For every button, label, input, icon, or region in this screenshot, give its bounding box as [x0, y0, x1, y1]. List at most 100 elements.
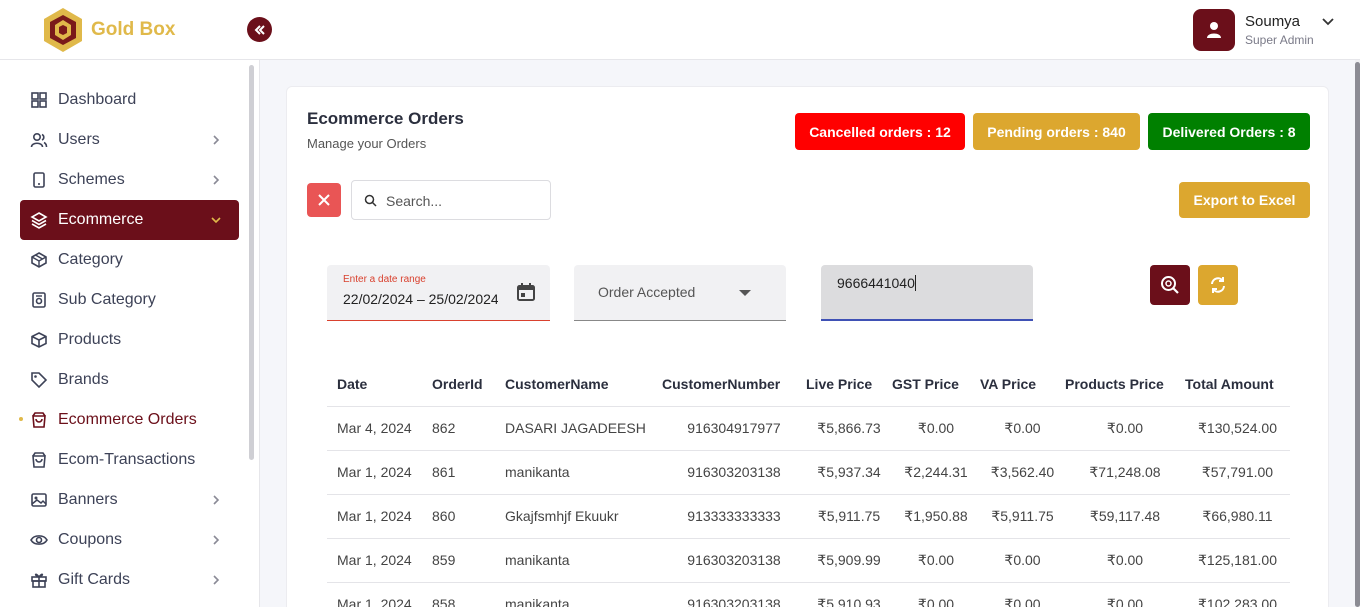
close-icon — [318, 194, 330, 206]
table-cell: Mar 4, 2024 — [327, 406, 432, 451]
collapse-sidebar-button[interactable] — [247, 17, 272, 42]
page-subtitle: Manage your Orders — [307, 136, 427, 151]
delivered-orders-badge[interactable]: Delivered Orders : 8 — [1148, 113, 1310, 150]
avatar[interactable] — [1193, 9, 1235, 51]
category-icon — [31, 252, 47, 268]
table-cell: manikanta — [505, 450, 662, 495]
table-cell: ₹0.00 — [980, 538, 1065, 583]
current-item-dot — [19, 417, 23, 421]
customer-number-text: 9666441040 — [837, 275, 915, 291]
table-cell: ₹59,117.48 — [1065, 494, 1185, 539]
table-cell: 916304917977 — [662, 406, 806, 451]
shopping-bag-icon — [32, 412, 46, 428]
table-cell: 860 — [432, 494, 505, 539]
sidebar-item-gift-cards[interactable]: Gift Cards — [20, 560, 239, 600]
column-header[interactable]: CustomerNumber — [662, 362, 806, 407]
clear-filters-button[interactable] — [307, 183, 341, 217]
column-header[interactable]: CustomerName — [505, 362, 662, 407]
sidebar-item-banners[interactable]: Banners — [20, 480, 239, 520]
table-cell: 862 — [432, 406, 505, 451]
page-scrollbar[interactable] — [1355, 62, 1360, 607]
table-cell: manikanta — [505, 582, 662, 607]
tag-icon — [31, 372, 48, 389]
brand-name: Gold Box — [91, 19, 176, 40]
sidebar-item-ecommerce[interactable]: Ecommerce — [20, 200, 239, 240]
table-cell: ₹0.00 — [892, 406, 980, 451]
column-header[interactable]: OrderId — [432, 362, 505, 407]
sidebar-item-brands[interactable]: Brands — [20, 360, 239, 400]
chevron-down-icon[interactable] — [1321, 14, 1335, 28]
cancelled-orders-badge[interactable]: Cancelled orders : 12 — [795, 113, 965, 150]
table-row[interactable]: Mar 4, 2024 862 DASARI JAGADEESH 9163049179… — [327, 406, 1290, 451]
table-cell: ₹5,911.75 — [980, 494, 1065, 539]
dropdown-arrow-icon — [739, 290, 751, 296]
column-header[interactable]: Products Price — [1065, 362, 1185, 407]
chevron-right-icon — [213, 495, 220, 505]
table-cell: ₹0.00 — [980, 406, 1065, 451]
order-status-value: Order Accepted — [598, 284, 696, 300]
sidebar-item-dashboard[interactable]: Dashboard — [20, 80, 239, 120]
sidebar-item-label: Coupons — [58, 531, 123, 548]
sidebar-item-label: Brands — [58, 371, 109, 388]
eye-icon — [30, 535, 48, 545]
search-input[interactable] — [386, 190, 544, 212]
chevron-right-icon — [213, 135, 220, 145]
sidebar-item-label: Gift Cards — [58, 571, 131, 588]
zoom-search-icon — [1161, 276, 1179, 294]
customer-number-field[interactable]: 9666441040 — [821, 265, 1033, 321]
double-chevron-left-icon — [254, 24, 265, 35]
column-header[interactable]: Total Amount — [1185, 362, 1290, 407]
refresh-icon — [1211, 277, 1225, 293]
table-cell: 916303203138 — [662, 582, 806, 607]
order-status-select[interactable]: Order Accepted — [574, 265, 786, 321]
pending-orders-badge[interactable]: Pending orders : 840 — [973, 113, 1140, 150]
text-caret — [914, 275, 916, 291]
column-header[interactable]: GST Price — [892, 362, 980, 407]
gold-box-logo[interactable] — [42, 7, 84, 53]
date-range-label: Enter a date range — [343, 274, 426, 285]
shopping-bag-icon — [32, 452, 46, 468]
sidebar-scrollbar[interactable] — [249, 65, 254, 460]
apply-search-button[interactable] — [1150, 265, 1190, 305]
sidebar-item-ecommerce-orders[interactable]: Ecommerce Orders — [20, 400, 239, 440]
table-cell: ₹57,791.00 — [1185, 450, 1290, 495]
date-range-field[interactable]: Enter a date range 22/02/2024 – 25/02/20… — [327, 265, 550, 321]
sidebar-item-users[interactable]: Users — [20, 120, 239, 160]
column-header[interactable]: Date — [327, 362, 432, 407]
sidebar-item-products[interactable]: Products — [20, 320, 239, 360]
export-to-excel-button[interactable]: Export to Excel — [1179, 182, 1310, 218]
search-box[interactable] — [351, 180, 551, 220]
table-cell: 859 — [432, 538, 505, 583]
chevron-right-icon — [213, 535, 220, 545]
table-cell: Mar 1, 2024 — [327, 538, 432, 583]
sidebar-item-coupons[interactable]: Coupons — [20, 520, 239, 560]
table-cell: ₹5,866.73 — [806, 406, 892, 451]
table-cell: ₹0.00 — [1065, 538, 1185, 583]
table-cell: Gkajfsmhjf Ekuukr — [505, 494, 662, 539]
sidebar-item-sub-category[interactable]: Sub Category — [20, 280, 239, 320]
table-row[interactable]: Mar 1, 2024 858 manikanta 916303203138 ₹5,91… — [327, 582, 1290, 607]
users-icon — [30, 132, 48, 148]
table-cell: ₹0.00 — [892, 582, 980, 607]
sidebar-item-category[interactable]: Category — [20, 240, 239, 280]
table-row[interactable]: Mar 1, 2024 861 manikanta 916303203138 ₹5,93… — [327, 450, 1290, 495]
sidebar-item-ecom-transactions[interactable]: Ecom-Transactions — [20, 440, 239, 480]
user-role: Super Admin — [1245, 33, 1314, 47]
user-name[interactable]: Soumya — [1245, 13, 1300, 30]
table-cell: Mar 1, 2024 — [327, 494, 432, 539]
refresh-button[interactable] — [1198, 265, 1238, 305]
table-row[interactable]: Mar 1, 2024 859 manikanta 916303203138 ₹5,90… — [327, 538, 1290, 583]
calendar-icon[interactable] — [516, 282, 536, 302]
column-header[interactable]: Live Price — [806, 362, 892, 407]
table-cell: ₹0.00 — [1065, 406, 1185, 451]
table-row[interactable]: Mar 1, 2024 860 Gkajfsmhjf Ekuukr 913333333… — [327, 494, 1290, 539]
customer-number-input[interactable]: 9666441040 — [837, 275, 916, 291]
table-cell: ₹5,909.99 — [806, 538, 892, 583]
sidebar-item-label: Schemes — [58, 171, 125, 188]
column-header[interactable]: VA Price — [980, 362, 1065, 407]
gift-icon — [31, 573, 47, 588]
table-cell: Mar 1, 2024 — [327, 450, 432, 495]
date-range-value[interactable]: 22/02/2024 – 25/02/2024 — [343, 291, 498, 307]
chevron-down-icon — [211, 217, 221, 224]
sidebar-item-schemes[interactable]: Schemes — [20, 160, 239, 200]
